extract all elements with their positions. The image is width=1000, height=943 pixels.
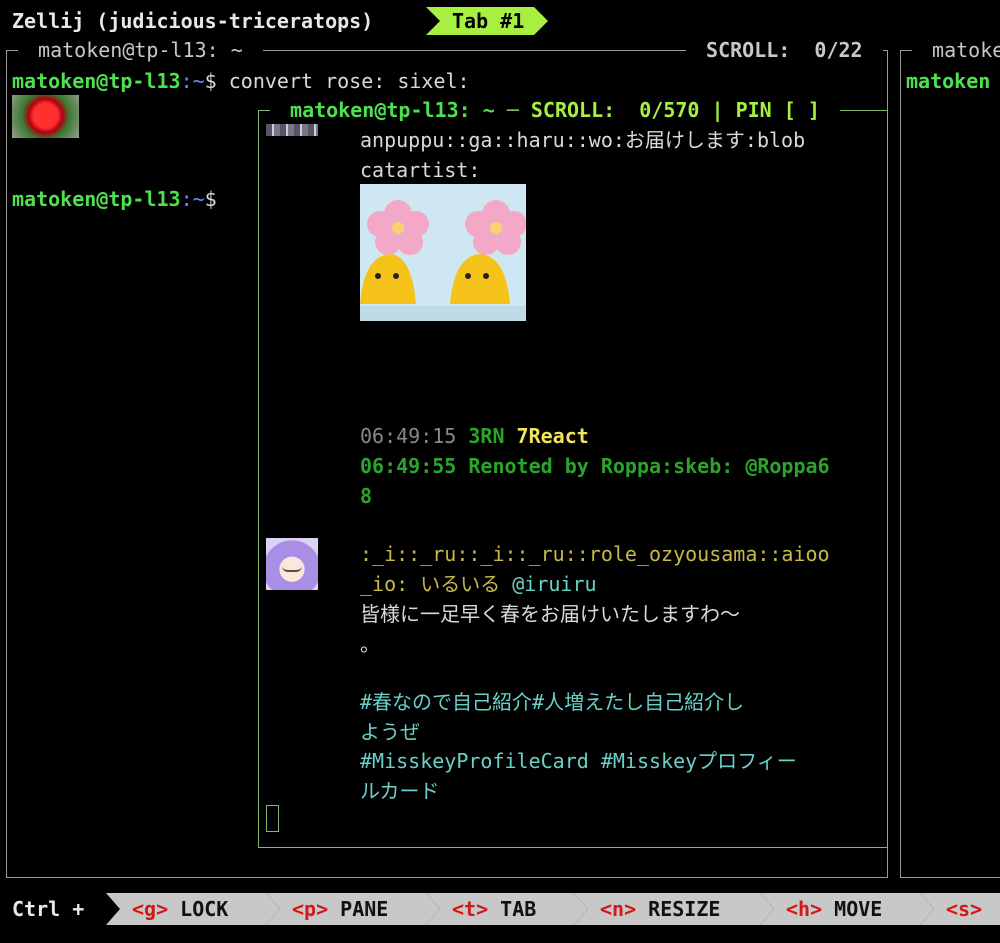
hashtag-line-2[interactable]: ようぜ bbox=[360, 717, 420, 747]
note1-text-line1: anpuppu::ga::haru::wo:お届けします:blob bbox=[360, 128, 806, 152]
user-handle[interactable]: @iruiru bbox=[500, 572, 596, 596]
lock-key[interactable]: <g> LOCK bbox=[106, 893, 280, 925]
avatar-strip-image bbox=[266, 124, 318, 136]
hashtag-line-3[interactable]: #MisskeyProfileCard #Misskeyプロフィー bbox=[360, 746, 797, 776]
tab-1[interactable]: Tab #1 bbox=[426, 7, 549, 35]
user-line-1: :_i::_ru::_i::_ru::role_ozyousama::aioo bbox=[360, 542, 830, 566]
renote-count[interactable]: 3RN bbox=[468, 424, 504, 448]
title-separator: ─ bbox=[506, 98, 519, 122]
hashtag-line-1[interactable]: #春なので自己紹介#人増えたし自己紹介し bbox=[360, 687, 744, 717]
prompt-line-1: matoken@tp-l13:~$ convert rose: sixel: bbox=[12, 66, 470, 96]
text-cursor bbox=[266, 805, 279, 832]
prompt-symbol: $ bbox=[204, 69, 217, 93]
user-line-2: _io: いるいる @iruiru bbox=[360, 569, 597, 599]
reaction-line: 06:49:15 3RN 7React bbox=[360, 421, 589, 451]
tab-key[interactable]: <t> TAB bbox=[426, 893, 588, 925]
right-pane-title: matoke bbox=[912, 36, 1000, 64]
floating-pane-scroll: SCROLL: 0/570 | PIN [ ] bbox=[518, 98, 832, 122]
sakura-cat-image bbox=[360, 184, 526, 321]
right-pane-prompt: matoken bbox=[906, 69, 991, 93]
session-title: Zellij (judicious-triceratops) bbox=[12, 9, 374, 33]
prompt-symbol-2: $ bbox=[204, 187, 217, 211]
prompt-user-2: matoken@tp-l13 bbox=[12, 187, 181, 211]
resize-key[interactable]: <n> RESIZE bbox=[574, 893, 774, 925]
note-body-line-1: 皆様に一足早く春をお届けいたしますわ〜 bbox=[360, 602, 740, 626]
sakura-cat-svg bbox=[360, 200, 526, 321]
note1-text-line2: catartist: bbox=[360, 158, 481, 182]
user-display-name: _io: いるいる bbox=[360, 572, 501, 596]
right-pane[interactable] bbox=[900, 50, 1000, 878]
renote-line-1: 06:49:55 Renoted by Roppa:skeb: @Roppa6 bbox=[360, 454, 830, 478]
move-key[interactable]: <h> MOVE bbox=[760, 893, 934, 925]
left-pane-scroll: SCROLL: 0/22 bbox=[686, 36, 883, 64]
react-count[interactable]: 7React bbox=[517, 424, 589, 448]
pane-key[interactable]: <p> PANE bbox=[266, 893, 440, 925]
prompt-line-2: matoken@tp-l13:~$ bbox=[12, 184, 217, 214]
left-pane-title: matoken@tp-l13: ~ bbox=[18, 36, 263, 64]
command-text: convert rose: sixel: bbox=[216, 69, 470, 93]
prompt-path-2: :~ bbox=[180, 187, 205, 211]
keybinding-bar: <g> LOCK <p> PANE <t> TAB <n> RESIZE <h>… bbox=[0, 893, 1000, 925]
hashtag-line-4[interactable]: ルカード bbox=[360, 776, 439, 806]
avatar-smile bbox=[282, 566, 302, 572]
prompt-user: matoken@tp-l13 bbox=[12, 69, 181, 93]
renote-line-2: 8 bbox=[360, 484, 373, 508]
rose-image bbox=[12, 95, 79, 138]
floating-pane-title: matoken@tp-l13: ~ ─ SCROLL: 0/570 | PIN … bbox=[270, 96, 840, 124]
note-body-line-2: 。 bbox=[360, 632, 380, 656]
user-avatar bbox=[266, 538, 318, 590]
prompt-path: :~ bbox=[180, 69, 205, 93]
note-time: 06:49:15 bbox=[360, 424, 457, 448]
